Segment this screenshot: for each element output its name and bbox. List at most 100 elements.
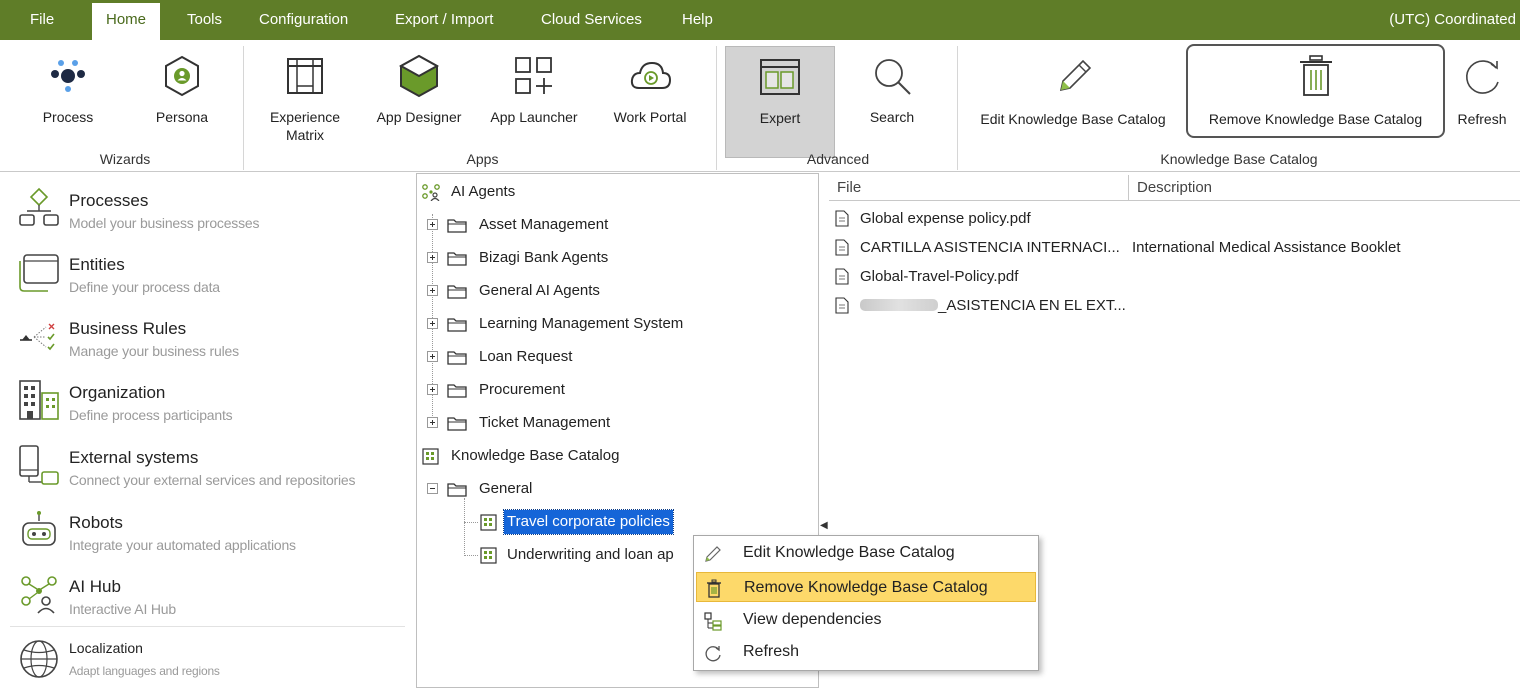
expert-label: Expert	[759, 110, 801, 126]
tree-node-label: Learning Management System	[479, 315, 684, 332]
folder-icon	[447, 318, 467, 332]
context-item-view-dependencies[interactable]: View dependencies	[696, 605, 1036, 635]
expand-icon[interactable]	[427, 318, 438, 329]
nav-title: AI Hub	[69, 577, 121, 596]
nav-description: Adapt languages and regions	[69, 664, 220, 678]
menu-configuration[interactable]: Configuration	[259, 0, 348, 40]
folder-icon	[447, 417, 467, 431]
nav-description: Connect your external services and repos…	[69, 472, 356, 488]
tree-connector	[464, 498, 465, 556]
expert-button[interactable]: Expert	[725, 46, 835, 158]
column-header-file[interactable]: File	[829, 175, 1129, 201]
menu-home[interactable]: Home	[92, 3, 161, 40]
experience-matrix-label: Experience Matrix	[269, 109, 341, 143]
search-button[interactable]: Search	[842, 46, 942, 158]
context-item-edit-kb[interactable]: Edit Knowledge Base Catalog	[696, 538, 1036, 568]
folder-icon	[447, 351, 467, 365]
external-systems-icon	[19, 445, 59, 485]
ribbon-separator	[243, 46, 244, 170]
file-description: International Medical Assistance Booklet	[1132, 239, 1401, 256]
menu-help[interactable]: Help	[682, 0, 713, 40]
catalog-icon	[480, 547, 497, 564]
nav-item-entities[interactable]: Entities Define your process data	[10, 241, 405, 305]
folder-icon	[447, 483, 467, 497]
group-label-advanced: Advanced	[806, 151, 870, 167]
expand-icon[interactable]	[427, 351, 438, 362]
nav-item-robots[interactable]: Robots Integrate your automated applicat…	[10, 499, 405, 563]
expand-icon[interactable]	[427, 219, 438, 230]
menu-tools[interactable]: Tools	[187, 0, 222, 40]
folder-icon	[447, 219, 467, 233]
ribbon-separator	[716, 46, 717, 170]
file-name: Global expense policy.pdf	[860, 210, 1031, 227]
tree-node-label: General AI Agents	[479, 282, 600, 299]
tree-connector	[464, 522, 478, 523]
app-designer-label: App Designer	[376, 109, 462, 125]
persona-icon	[165, 55, 199, 97]
expand-icon[interactable]	[427, 285, 438, 296]
catalog-icon	[480, 514, 497, 531]
work-portal-button[interactable]: Work Portal	[600, 46, 700, 158]
refresh-label: Refresh	[1457, 111, 1507, 127]
nav-description: Define process participants	[69, 407, 233, 423]
process-wizard-icon	[51, 60, 85, 92]
folder-icon	[447, 252, 467, 266]
nav-title: Robots	[69, 513, 123, 532]
nav-description: Model your business processes	[69, 215, 260, 231]
app-designer-icon	[398, 54, 440, 98]
menu-file[interactable]: File	[30, 0, 54, 40]
tree-node-label: Knowledge Base Catalog	[451, 447, 620, 464]
edit-kb-catalog-button[interactable]: Edit Knowledge Base Catalog	[964, 46, 1182, 158]
menu-export-import[interactable]: Export / Import	[395, 0, 493, 40]
tree-node-label: Travel corporate policies	[503, 509, 674, 535]
column-header-description[interactable]: Description	[1129, 175, 1520, 201]
left-nav-panel: Processes Model your business processes …	[0, 173, 410, 688]
context-item-label: Edit Knowledge Base Catalog	[743, 544, 955, 561]
entities-icon	[19, 254, 59, 292]
menu-bar: File Home Tools Configuration Export / I…	[0, 0, 1520, 40]
nav-separator	[10, 626, 405, 627]
context-item-remove-kb[interactable]: Remove Knowledge Base Catalog	[696, 572, 1036, 602]
context-item-refresh[interactable]: Refresh	[696, 637, 1036, 667]
context-item-label: Remove Knowledge Base Catalog	[744, 579, 988, 596]
app-designer-button[interactable]: App Designer	[366, 46, 472, 158]
expand-icon[interactable]	[427, 417, 438, 428]
ai-hub-icon	[21, 576, 57, 614]
nav-item-external-systems[interactable]: External systems Connect your external s…	[10, 434, 405, 498]
refresh-button[interactable]: Refresh	[1448, 46, 1516, 158]
app-launcher-button[interactable]: App Launcher	[480, 46, 588, 158]
expand-icon[interactable]	[427, 252, 438, 263]
ai-agents-icon	[422, 184, 440, 201]
nav-item-localization[interactable]: Localization Adapt languages and regions	[10, 628, 405, 688]
tree-node-label: Bizagi Bank Agents	[479, 249, 609, 266]
experience-matrix-icon	[287, 58, 323, 94]
expand-icon[interactable]	[427, 384, 438, 395]
group-label-wizards: Wizards	[99, 151, 151, 167]
folder-icon	[447, 285, 467, 299]
tree-node-label: Loan Request	[479, 348, 573, 365]
search-icon	[875, 59, 911, 95]
collapse-icon[interactable]	[427, 483, 438, 494]
nav-item-business-rules[interactable]: Business Rules Manage your business rule…	[10, 305, 405, 369]
file-icon	[835, 297, 849, 314]
organization-icon	[19, 380, 59, 420]
tree-connector	[464, 555, 478, 556]
nav-item-processes[interactable]: Processes Model your business processes	[10, 177, 405, 241]
refresh-icon	[1466, 60, 1499, 94]
folder-icon	[447, 384, 467, 398]
redacted-text	[860, 299, 938, 311]
nav-item-organization[interactable]: Organization Define process participants	[10, 369, 405, 433]
nav-item-ai-hub[interactable]: AI Hub Interactive AI Hub	[10, 563, 405, 627]
menu-cloud-services[interactable]: Cloud Services	[541, 0, 642, 40]
experience-matrix-button[interactable]: Experience Matrix	[258, 46, 352, 158]
process-wizard-button[interactable]: Process	[26, 46, 110, 158]
group-label-kb: Knowledge Base Catalog	[1160, 151, 1318, 167]
file-icon	[835, 239, 849, 256]
splitter-arrow-icon[interactable]: ◀	[820, 520, 828, 531]
context-menu: Edit Knowledge Base Catalog Remove Knowl…	[693, 535, 1039, 671]
work-portal-label: Work Portal	[613, 109, 687, 125]
tree-node-label: Underwriting and loan ap	[507, 546, 674, 563]
dependencies-icon	[704, 612, 722, 631]
persona-wizard-button[interactable]: Persona	[140, 46, 224, 158]
timezone-label: (UTC) Coordinated	[1389, 11, 1516, 28]
